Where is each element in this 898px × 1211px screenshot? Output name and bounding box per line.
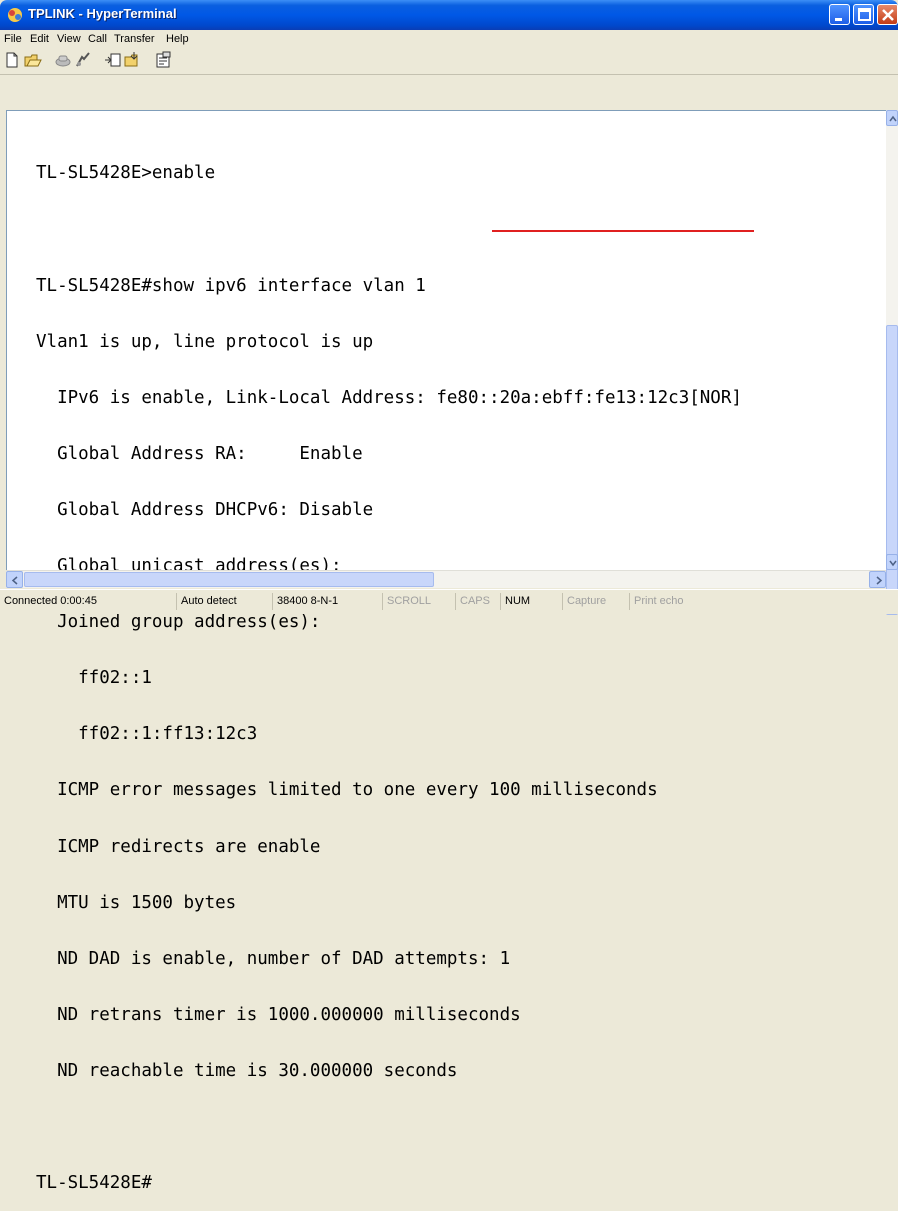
terminal-line: IPv6 is enable, Link-Local Address: fe80… [36, 387, 742, 408]
properties-icon[interactable] [154, 51, 172, 69]
horizontal-scrollbar[interactable] [6, 570, 886, 588]
disconnect-icon[interactable] [74, 51, 92, 69]
send-icon[interactable] [104, 51, 122, 69]
menu-transfer[interactable]: Transfer [114, 33, 155, 45]
status-detect: Auto detect [176, 593, 268, 610]
scroll-left-button[interactable] [6, 571, 23, 588]
address-underline [492, 230, 754, 232]
call-icon[interactable] [54, 51, 72, 69]
vertical-scrollbar[interactable] [886, 110, 898, 615]
minimize-button[interactable] [829, 4, 850, 25]
horizontal-scroll-thumb[interactable] [24, 572, 434, 587]
terminal-line: ND retrans timer is 1000.000000 millisec… [36, 1004, 521, 1025]
receive-icon[interactable] [124, 51, 142, 69]
terminal-line: TL-SL5428E>enable [36, 163, 216, 184]
terminal-line: ICMP error messages limited to one every… [36, 780, 658, 801]
status-num: NUM [500, 593, 540, 610]
scroll-down-button[interactable] [886, 554, 898, 570]
menu-edit[interactable]: Edit [30, 33, 49, 45]
terminal-line: MTU is 1500 bytes [36, 892, 237, 913]
status-scroll: SCROLL [382, 593, 434, 610]
terminal-line: Joined group address(es): [36, 612, 321, 633]
terminal-line: Global Address RA: Enable [36, 443, 363, 464]
menu-bar: File Edit View Call Transfer Help [0, 30, 898, 48]
terminal-line: ND reachable time is 30.000000 seconds [36, 1060, 458, 1081]
status-bar: Connected 0:00:45 Auto detect 38400 8-N-… [0, 589, 898, 614]
terminal-line: TL-SL5428E#show ipv6 interface vlan 1 [36, 275, 426, 296]
terminal-output: TL-SL5428E>enable TL-SL5428E#show ipv6 i… [36, 127, 742, 1211]
hyperterminal-icon [7, 7, 23, 23]
status-settings: 38400 8-N-1 [272, 593, 352, 610]
terminal-line: TL-SL5428E# [36, 1173, 152, 1194]
menu-call[interactable]: Call [88, 33, 107, 45]
terminal-line: Vlan1 is up, line protocol is up [36, 331, 374, 352]
menu-view[interactable]: View [57, 33, 81, 45]
menu-help[interactable]: Help [166, 33, 189, 45]
menu-file[interactable]: File [4, 33, 22, 45]
scroll-right-button[interactable] [869, 571, 886, 588]
open-icon[interactable] [24, 51, 42, 69]
title-bar[interactable]: TPLINK - HyperTerminal [0, 0, 898, 30]
status-connected: Connected 0:00:45 [4, 595, 97, 607]
terminal-line: ff02::1 [36, 668, 152, 689]
scroll-up-button[interactable] [886, 110, 898, 126]
window-title: TPLINK - HyperTerminal [28, 6, 177, 21]
terminal-line: ND DAD is enable, number of DAD attempts… [36, 948, 511, 969]
status-capture: Capture [562, 593, 622, 610]
toolbar [0, 48, 898, 75]
maximize-button[interactable] [853, 4, 874, 25]
status-caps: CAPS [455, 593, 497, 610]
vertical-scroll-thumb[interactable] [886, 325, 898, 615]
status-print-echo: Print echo [629, 593, 719, 610]
terminal-line: ff02::1:ff13:12c3 [36, 724, 258, 745]
close-button[interactable] [877, 4, 898, 25]
terminal-line: Global Address DHCPv6: Disable [36, 499, 374, 520]
terminal-line: ICMP redirects are enable [36, 836, 321, 857]
new-icon[interactable] [3, 51, 21, 69]
